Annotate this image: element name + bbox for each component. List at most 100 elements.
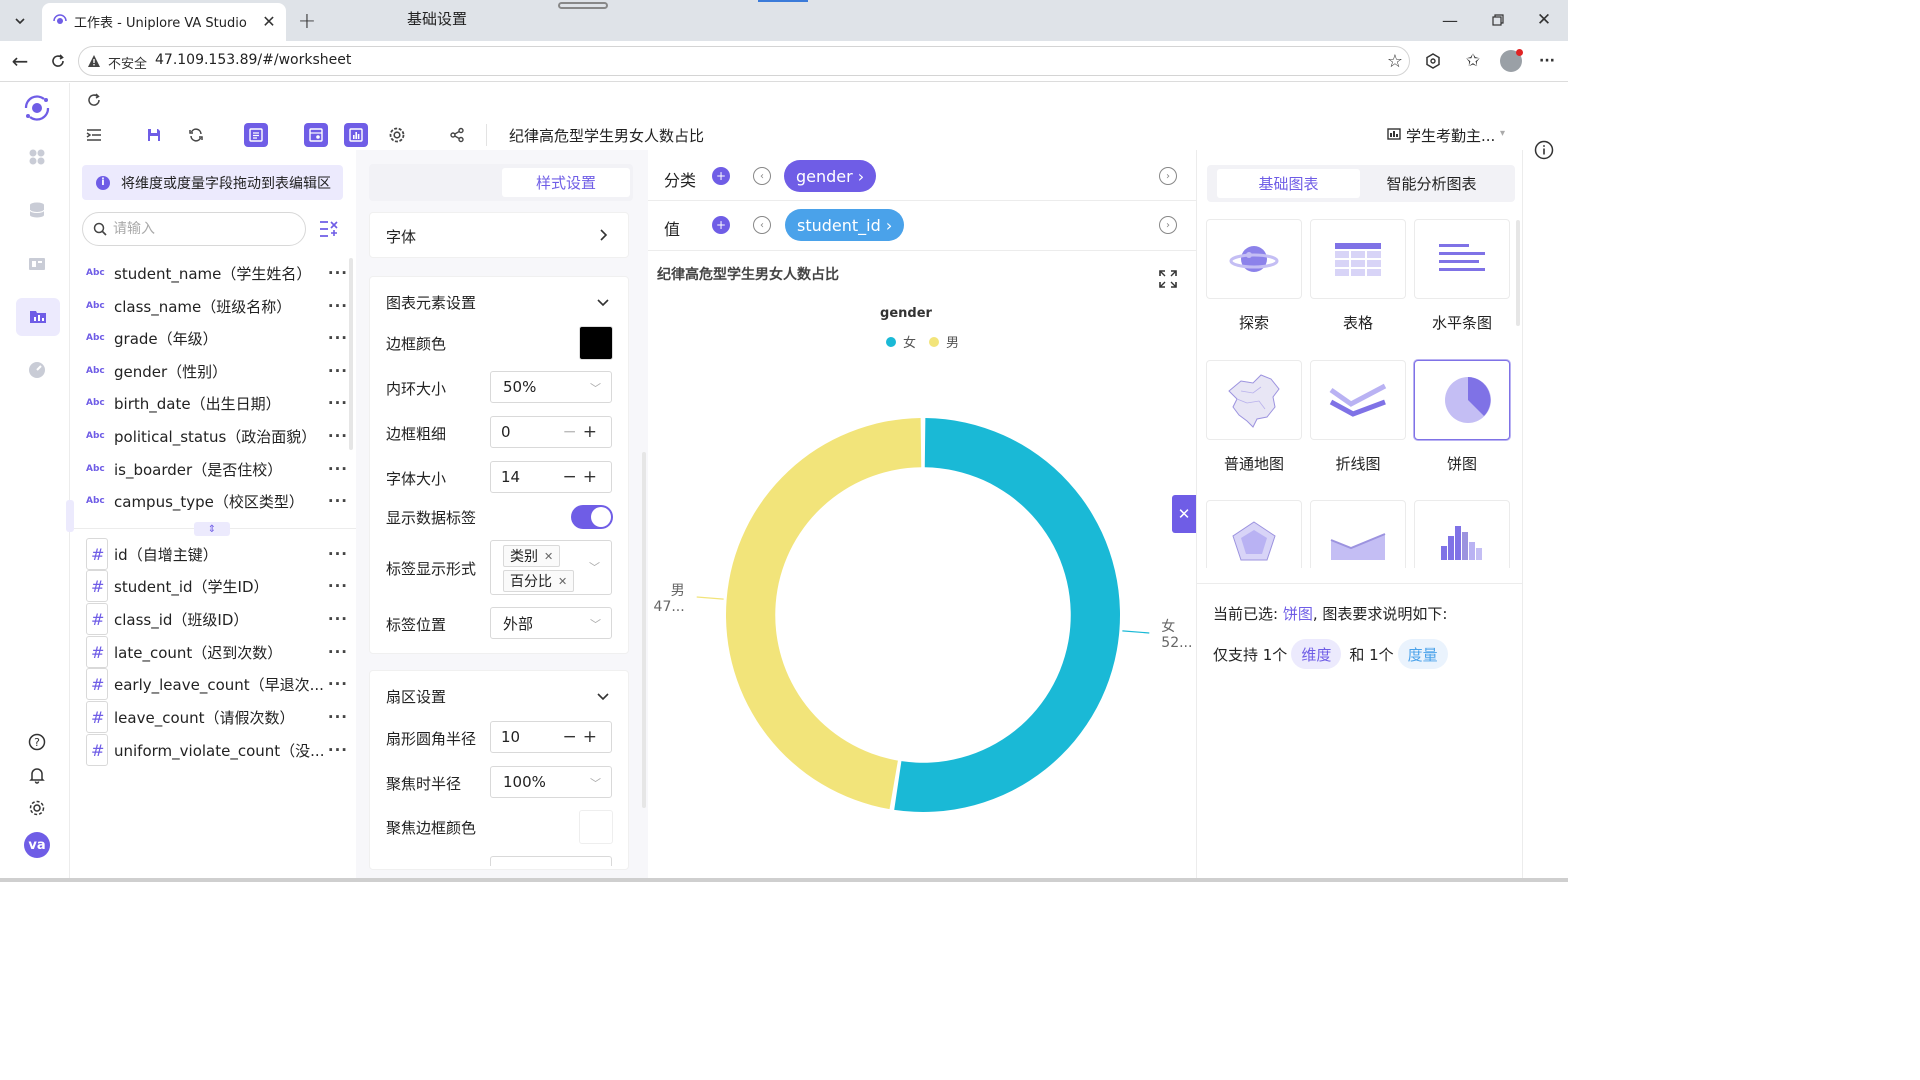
field-more-icon[interactable]: ··· (324, 427, 348, 445)
field-more-icon[interactable]: ··· (324, 610, 348, 628)
measure-field[interactable]: # class_id（班级ID） ··· (86, 603, 348, 635)
legend-marker[interactable] (929, 337, 939, 347)
window-minimize-icon[interactable]: — (1438, 8, 1462, 32)
add-value-icon[interactable]: + (712, 216, 730, 234)
dimension-field[interactable]: Abc class_name（班级名称） ··· (86, 291, 348, 321)
collapse-panel-icon[interactable] (82, 123, 106, 147)
bookmark-star-icon[interactable]: ☆ (1384, 50, 1406, 72)
refresh-page-icon[interactable] (84, 90, 104, 110)
back-arrow-icon[interactable]: ← (8, 49, 32, 73)
data-view-icon[interactable] (244, 123, 268, 147)
app-logo-icon[interactable] (22, 93, 52, 123)
value-right-icon[interactable]: › (1159, 216, 1177, 234)
pie-slice[interactable] (726, 418, 922, 810)
chart-config-gear-icon[interactable] (385, 123, 409, 147)
side-collapse-handle[interactable] (66, 500, 74, 532)
chevron-down-icon[interactable] (596, 689, 610, 703)
measure-field[interactable]: # id（自增主键） ··· (86, 538, 348, 570)
stepper-minus-plus-icon[interactable]: −+ (563, 422, 604, 442)
elements-section-title[interactable]: 图表元素设置 (386, 292, 476, 313)
field-more-icon[interactable]: ··· (324, 460, 348, 478)
chevron-down-icon[interactable] (596, 295, 610, 309)
tab-list-chevron-icon[interactable] (8, 10, 32, 32)
warning-icon[interactable] (87, 54, 101, 68)
chart-type-explore[interactable] (1206, 219, 1302, 299)
dimension-field[interactable]: Abc gender（性别） ··· (86, 356, 348, 386)
user-avatar[interactable]: va (24, 832, 50, 858)
add-category-icon[interactable]: + (712, 167, 730, 185)
field-more-icon[interactable]: ··· (324, 708, 348, 726)
focus-border-swatch[interactable] (579, 810, 613, 844)
field-more-icon[interactable]: ··· (324, 577, 348, 595)
nav-worksheet-icon[interactable] (29, 308, 47, 326)
field-search[interactable] (82, 212, 306, 246)
tag-percent[interactable]: 百分比 ✕ (503, 570, 575, 592)
measure-field[interactable]: # late_count（迟到次数） ··· (86, 636, 348, 668)
tag-remove-icon[interactable]: ✕ (544, 550, 553, 563)
save-icon[interactable] (142, 123, 166, 147)
chart-view-icon[interactable] (344, 123, 368, 147)
field-more-icon[interactable]: ··· (324, 643, 348, 661)
field-more-icon[interactable]: ··· (324, 545, 348, 563)
nav-dashboard-icon[interactable] (28, 148, 46, 166)
dataset-selector[interactable]: 学生考勤主... (1406, 125, 1495, 146)
settings-scrollbar[interactable] (642, 452, 646, 808)
tab-basic-settings[interactable]: 基础设置 (373, 4, 501, 33)
border-width-stepper[interactable]: 0 −+ (490, 416, 612, 448)
chart-type-radar[interactable] (1206, 500, 1302, 568)
value-pill[interactable]: student_id › (785, 209, 905, 241)
security-label[interactable]: 不安全 (108, 53, 147, 72)
info-icon[interactable] (1533, 139, 1555, 161)
new-tab-plus-icon[interactable]: + (294, 9, 320, 34)
field-more-icon[interactable]: ··· (324, 741, 348, 759)
label-form-multiselect[interactable]: 类别 ✕ 百分比 ✕ ﹀ (490, 540, 612, 595)
field-more-icon[interactable]: ··· (324, 675, 348, 693)
stepper-minus-plus-icon[interactable]: −+ (563, 467, 604, 487)
browser-menu-icon[interactable]: ··· (1536, 50, 1558, 72)
tag-category[interactable]: 类别 ✕ (503, 545, 561, 567)
measure-field[interactable]: # early_leave_count（早退次... ··· (86, 668, 348, 700)
tab-close-icon[interactable]: ✕ (258, 10, 280, 32)
window-close-icon[interactable]: ✕ (1532, 8, 1556, 32)
show-labels-toggle[interactable] (571, 505, 613, 529)
dimension-field[interactable]: Abc grade（年级） ··· (86, 323, 348, 353)
notification-bell-icon[interactable] (27, 765, 47, 785)
font-size-stepper[interactable]: 14 −+ (490, 461, 612, 493)
field-scrollbar[interactable] (349, 258, 353, 450)
fullscreen-icon[interactable] (1158, 269, 1178, 289)
chart-type-area[interactable] (1310, 500, 1406, 568)
value-left-icon[interactable]: ‹ (753, 216, 771, 234)
category-right-icon[interactable]: › (1159, 167, 1177, 185)
tag-remove-icon[interactable]: ✕ (558, 575, 567, 588)
stepper-minus-plus-icon[interactable]: −+ (563, 727, 604, 747)
field-more-icon[interactable]: ··· (324, 264, 348, 282)
table-settings-icon[interactable] (304, 123, 328, 147)
profile-avatar[interactable] (1500, 49, 1523, 72)
measure-field[interactable]: # leave_count（请假次数） ··· (86, 701, 348, 733)
dimension-field[interactable]: Abc student_name（学生姓名） ··· (86, 258, 348, 288)
field-more-icon[interactable]: ··· (324, 492, 348, 510)
favorites-icon[interactable]: ✩ (1462, 50, 1484, 72)
legend-label[interactable]: 男 (946, 336, 959, 351)
measure-field[interactable]: # student_id（学生ID） ··· (86, 570, 348, 602)
border-color-swatch[interactable] (579, 326, 613, 360)
url-text[interactable]: 47.109.153.89/#/worksheet (155, 52, 351, 68)
tab-style-settings[interactable]: 样式设置 (502, 168, 630, 197)
chart-type-line[interactable] (1310, 360, 1406, 440)
inner-radius-select[interactable]: 50% ﹀ (490, 371, 612, 403)
dimension-field[interactable]: Abc campus_type（校区类型） ··· (86, 486, 348, 516)
dimension-field[interactable]: Abc birth_date（出生日期） ··· (86, 388, 348, 418)
field-sort-icon[interactable] (318, 218, 340, 240)
chart-type-map[interactable] (1206, 360, 1302, 440)
legend-label[interactable]: 女 (903, 335, 916, 351)
pie-slice[interactable] (894, 418, 1120, 812)
help-icon[interactable]: ? (27, 732, 47, 752)
field-more-icon[interactable]: ··· (324, 329, 348, 347)
share-icon[interactable] (445, 123, 469, 147)
nav-gauge-icon[interactable] (28, 361, 46, 379)
settings-gear-icon[interactable] (27, 798, 47, 818)
focus-radius-select[interactable]: 100% ﹀ (490, 766, 612, 798)
sync-icon[interactable] (184, 123, 208, 147)
corner-radius-stepper[interactable]: 10 −+ (490, 721, 612, 753)
font-section-title[interactable]: 字体 (386, 226, 416, 247)
